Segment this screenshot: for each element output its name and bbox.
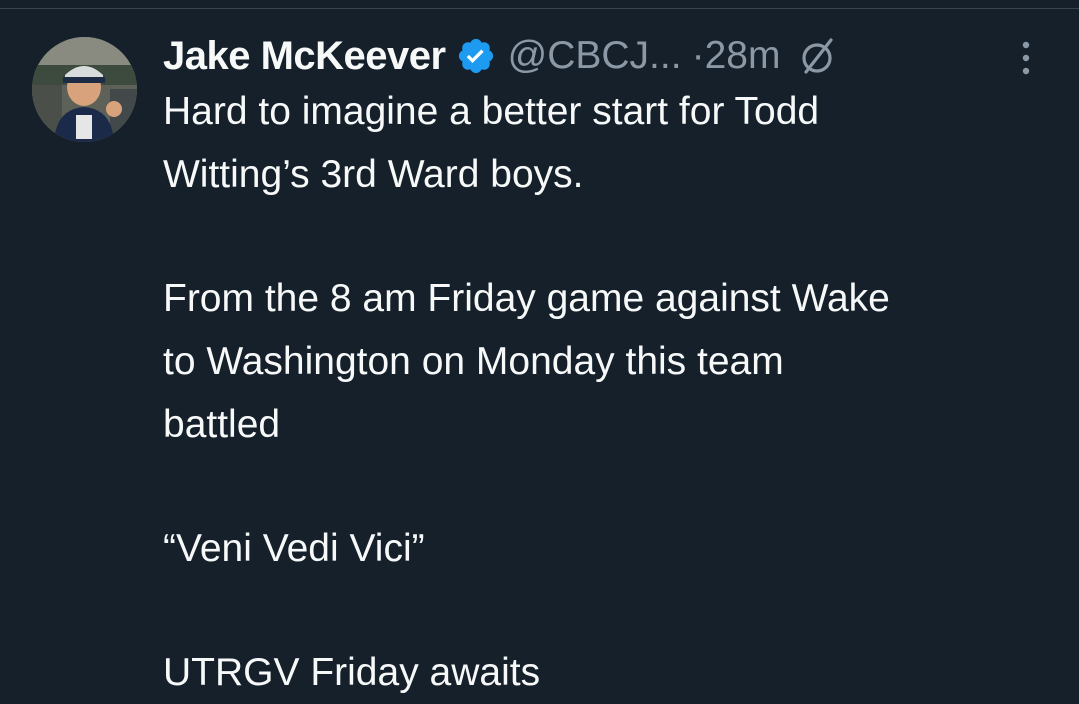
top-divider (0, 8, 1079, 9)
verified-badge-icon[interactable] (456, 36, 496, 76)
avatar-photo-icon (32, 37, 137, 142)
tweet-text: Hard to imagine a better start for Todd … (163, 80, 1063, 704)
tweet-line: “Veni Vedi Vici” (163, 527, 425, 570)
avatar[interactable] (32, 37, 137, 142)
header-separator: · (691, 34, 705, 77)
tweet-line: battled (163, 403, 281, 446)
tweet-line: Witting’s 3rd Ward boys. (163, 153, 584, 196)
tweet-line: Hard to imagine a better start for Todd (163, 90, 820, 133)
tweet-line: UTRGV Friday awaits (163, 651, 541, 694)
tweet-timestamp[interactable]: 28m (705, 34, 781, 78)
tweet-line: From the 8 am Friday game against Wake (163, 277, 890, 320)
more-options-icon[interactable] (1013, 36, 1039, 80)
author-handle[interactable]: @CBCJ... (508, 34, 682, 78)
author-display-name[interactable]: Jake McKeever (163, 34, 446, 79)
tweet-header: Jake McKeever @CBCJ... · 28m (163, 26, 840, 86)
edited-icon[interactable] (796, 34, 840, 78)
tweet-line: to Washington on Monday this team (163, 340, 784, 383)
